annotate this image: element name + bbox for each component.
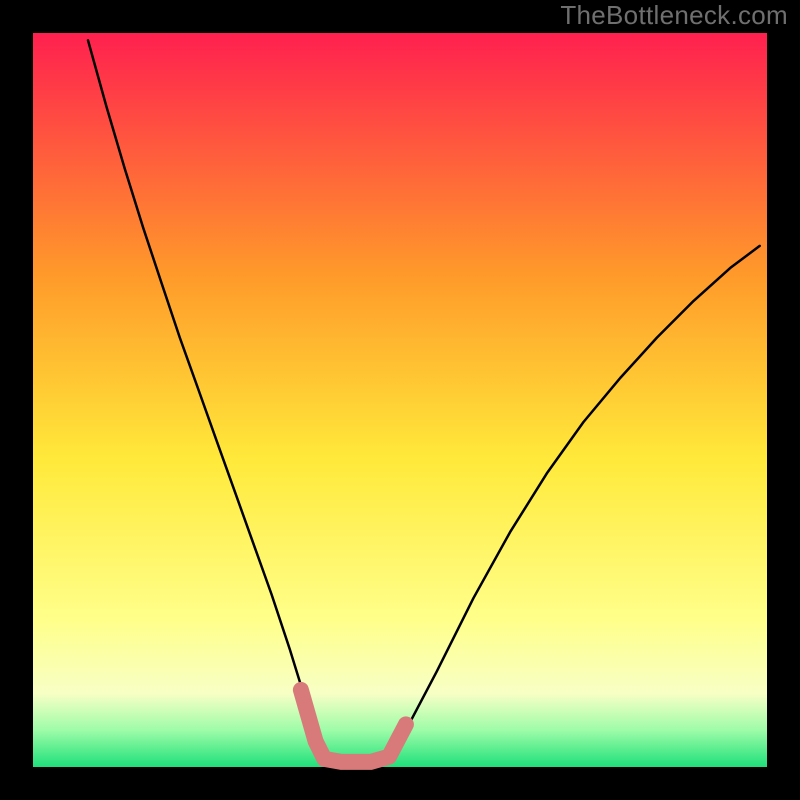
- watermark-text: TheBottleneck.com: [560, 0, 788, 31]
- plot-background: [33, 33, 767, 767]
- chart-frame: TheBottleneck.com: [0, 0, 800, 800]
- bottleneck-chart: [0, 0, 800, 800]
